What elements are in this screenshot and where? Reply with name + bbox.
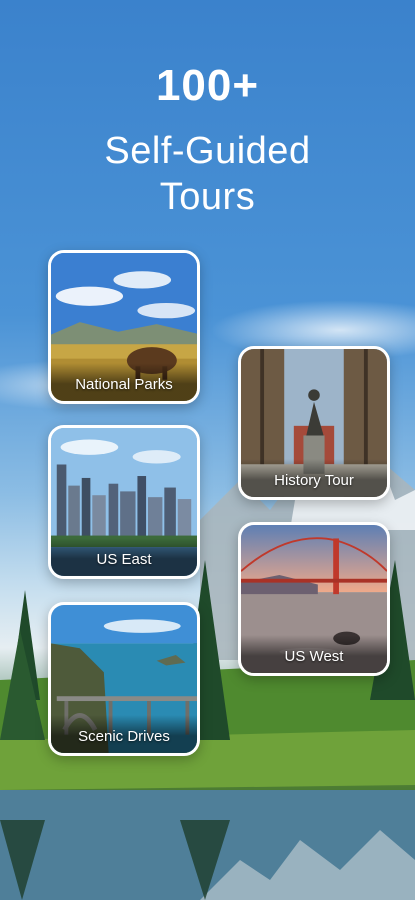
hero-title: Self-Guided Tours xyxy=(0,128,415,220)
category-label: US West xyxy=(241,635,387,673)
category-label: National Parks xyxy=(51,363,197,401)
category-card-us-east[interactable]: US East xyxy=(48,425,200,579)
category-card-history-tour[interactable]: History Tour xyxy=(238,346,390,500)
hero-title-line2: Tours xyxy=(159,176,256,218)
tour-count: 100+ xyxy=(155,61,260,110)
category-label: History Tour xyxy=(241,459,387,497)
category-card-scenic-drives[interactable]: Scenic Drives xyxy=(48,602,200,756)
category-label: Scenic Drives xyxy=(51,715,197,753)
hero-heading: 100+ Self-Guided Tours xyxy=(0,60,415,220)
hero-title-line1: Self-Guided xyxy=(104,130,311,172)
category-card-us-west[interactable]: US West xyxy=(238,522,390,676)
category-card-national-parks[interactable]: National Parks xyxy=(48,250,200,404)
category-label: US East xyxy=(51,538,197,576)
